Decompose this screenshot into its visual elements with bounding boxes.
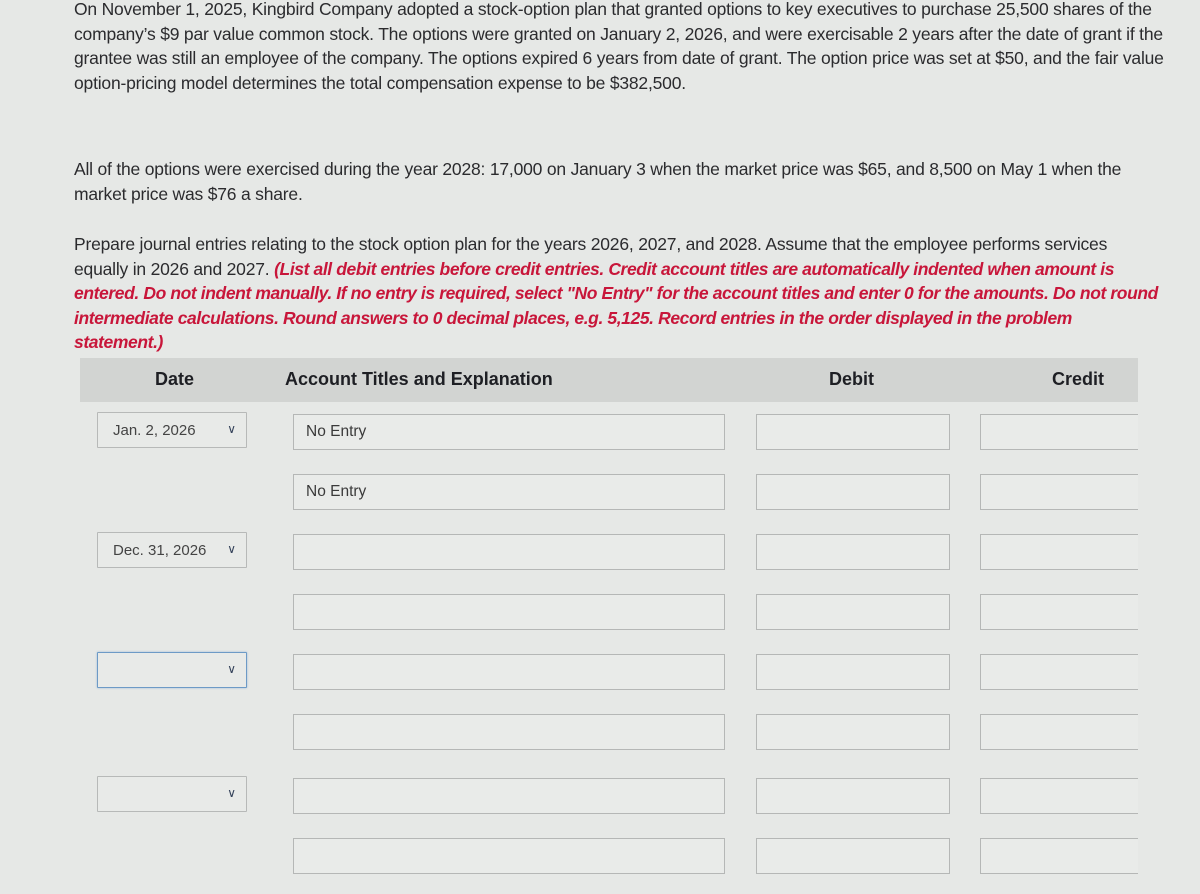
journal-row: ∨ [0,776,1200,816]
debit-input[interactable] [756,654,950,690]
account-title-field[interactable] [293,654,725,690]
journal-row: Jan. 2, 2026 ∨ No Entry [0,412,1200,452]
header-credit: Credit [1052,369,1105,389]
date-select[interactable]: ∨ [97,776,247,812]
debit-input[interactable] [756,474,950,510]
journal-table-header: Date Account Titles and Explanation Debi… [80,358,1138,402]
date-select-value: Jan. 2, 2026 [113,421,196,439]
date-select[interactable]: ∨ [97,652,247,688]
account-title-field[interactable] [293,838,725,874]
header-debit: Debit [829,369,874,389]
chevron-down-icon[interactable]: ∨ [227,662,236,676]
journal-row: ∨ [0,652,1200,692]
debit-input[interactable] [756,414,950,450]
debit-input[interactable] [756,534,950,570]
date-select[interactable]: Dec. 31, 2026 ∨ [97,532,247,568]
chevron-down-icon[interactable]: ∨ [227,786,236,800]
credit-input[interactable] [980,474,1138,510]
date-select-value: Dec. 31, 2026 [113,541,207,559]
account-title-field[interactable]: No Entry [293,414,725,450]
journal-row: Dec. 31, 2026 ∨ [0,532,1200,572]
debit-input[interactable] [756,838,950,874]
problem-paragraph-1: On November 1, 2025, Kingbird Company ad… [74,0,1164,93]
credit-input[interactable] [980,594,1138,630]
chevron-down-icon[interactable]: ∨ [227,542,236,556]
chevron-down-icon[interactable]: ∨ [227,422,236,436]
account-title-field[interactable]: No Entry [293,474,725,510]
problem-paragraph-2: All of the options were exercised during… [74,159,1122,204]
journal-row [0,592,1200,632]
problem-paragraph-3: Prepare journal entries relating to the … [74,232,1164,355]
credit-input[interactable] [980,654,1138,690]
account-title-field[interactable] [293,594,725,630]
account-title-field[interactable] [293,778,725,814]
header-account-titles: Account Titles and Explanation [285,369,553,389]
header-date: Date [155,369,195,389]
credit-input[interactable] [980,414,1138,450]
journal-row [0,836,1200,876]
account-title-field[interactable] [293,534,725,570]
account-title-field[interactable] [293,714,725,750]
debit-input[interactable] [756,594,950,630]
debit-input[interactable] [756,714,950,750]
date-select[interactable]: Jan. 2, 2026 ∨ [97,412,247,448]
credit-input[interactable] [980,838,1138,874]
journal-row: No Entry [0,472,1200,512]
credit-input[interactable] [980,714,1138,750]
credit-input[interactable] [980,534,1138,570]
credit-input[interactable] [980,778,1138,814]
journal-row [0,712,1200,752]
debit-input[interactable] [756,778,950,814]
